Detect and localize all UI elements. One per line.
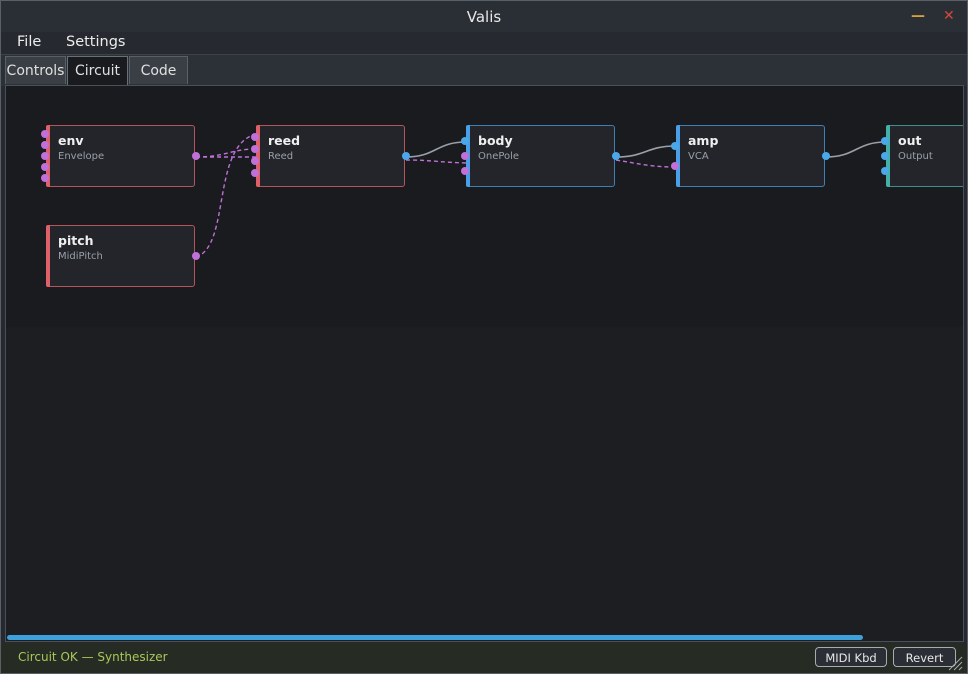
circuit-canvas[interactable]: env Envelope reed Reed body OnePole amp …	[5, 85, 964, 642]
menu-file[interactable]: File	[17, 34, 41, 50]
port-reed-in-2[interactable]	[251, 145, 259, 153]
port-amp-in[interactable]	[671, 142, 679, 150]
node-accent	[46, 225, 50, 287]
node-title: out	[898, 133, 922, 148]
port-env-out[interactable]	[192, 152, 200, 160]
wire-reed-body[interactable]	[405, 141, 467, 158]
wire-amp-out[interactable]	[825, 141, 887, 158]
horizontal-scrollbar[interactable]	[7, 635, 863, 640]
status-bar: Circuit OK — Synthesizer MIDI Kbd Revert	[1, 643, 967, 673]
port-env-in-3[interactable]	[41, 152, 49, 160]
port-out-in-2[interactable]	[881, 152, 889, 160]
node-pitch[interactable]: pitch MidiPitch	[46, 225, 195, 287]
menu-settings[interactable]: Settings	[66, 34, 125, 50]
node-title: amp	[688, 133, 719, 148]
port-amp-out[interactable]	[822, 152, 830, 160]
node-body[interactable]: body OnePole	[466, 125, 615, 187]
node-type: VCA	[688, 151, 709, 162]
port-amp-gain[interactable]	[671, 162, 679, 170]
wire-body-amp-ctl[interactable]	[615, 159, 677, 168]
node-amp[interactable]: amp VCA	[676, 125, 825, 187]
port-body-in[interactable]	[461, 137, 469, 145]
port-env-in-4[interactable]	[41, 163, 49, 171]
node-type: Reed	[268, 151, 294, 162]
node-title: body	[478, 133, 513, 148]
wire-body-amp[interactable]	[615, 145, 677, 158]
node-env[interactable]: env Envelope	[46, 125, 195, 187]
node-title: env	[58, 133, 84, 148]
window-title: Valis	[466, 8, 502, 26]
port-env-in-1[interactable]	[41, 130, 49, 138]
port-reed-in-1[interactable]	[251, 133, 259, 141]
app-window: Valis — ✕ File Settings Controls Circuit…	[0, 0, 968, 674]
node-out[interactable]: out Output	[886, 125, 963, 187]
node-reed[interactable]: reed Reed	[256, 125, 405, 187]
port-reed-in-4[interactable]	[251, 169, 259, 177]
port-pitch-out[interactable]	[192, 252, 200, 260]
port-env-in-2[interactable]	[41, 141, 49, 149]
resize-grip-icon[interactable]	[947, 655, 963, 671]
port-body-ctl-1[interactable]	[461, 152, 469, 160]
wire-env-reed-a[interactable]	[195, 148, 257, 158]
wire-reed-body-ctl[interactable]	[405, 159, 467, 164]
node-type: Output	[898, 151, 933, 162]
node-type: MidiPitch	[58, 251, 103, 262]
tab-controls[interactable]: Controls	[5, 56, 66, 84]
port-out-in-1[interactable]	[881, 137, 889, 145]
node-type: Envelope	[58, 151, 105, 162]
node-type: OnePole	[478, 151, 520, 162]
port-body-ctl-2[interactable]	[461, 167, 469, 175]
port-out-in-3[interactable]	[881, 167, 889, 175]
port-env-in-5[interactable]	[41, 174, 49, 182]
node-accent	[676, 125, 680, 187]
node-title: reed	[268, 133, 301, 148]
port-body-out[interactable]	[612, 152, 620, 160]
node-title: pitch	[58, 233, 94, 248]
tab-circuit[interactable]: Circuit	[67, 56, 128, 86]
menu-bar: File Settings	[1, 32, 967, 54]
title-bar: Valis — ✕	[1, 1, 967, 32]
tab-bar: Controls Circuit Code	[1, 54, 967, 86]
midi-kbd-button[interactable]: MIDI Kbd	[815, 647, 887, 667]
status-text: Circuit OK — Synthesizer	[18, 650, 168, 664]
minimize-icon[interactable]: —	[911, 7, 925, 25]
port-reed-in-3[interactable]	[251, 157, 259, 165]
tab-code[interactable]: Code	[129, 56, 188, 84]
wire-pitch-reed[interactable]	[195, 133, 257, 258]
port-reed-out[interactable]	[402, 152, 410, 160]
close-icon[interactable]: ✕	[943, 7, 955, 25]
